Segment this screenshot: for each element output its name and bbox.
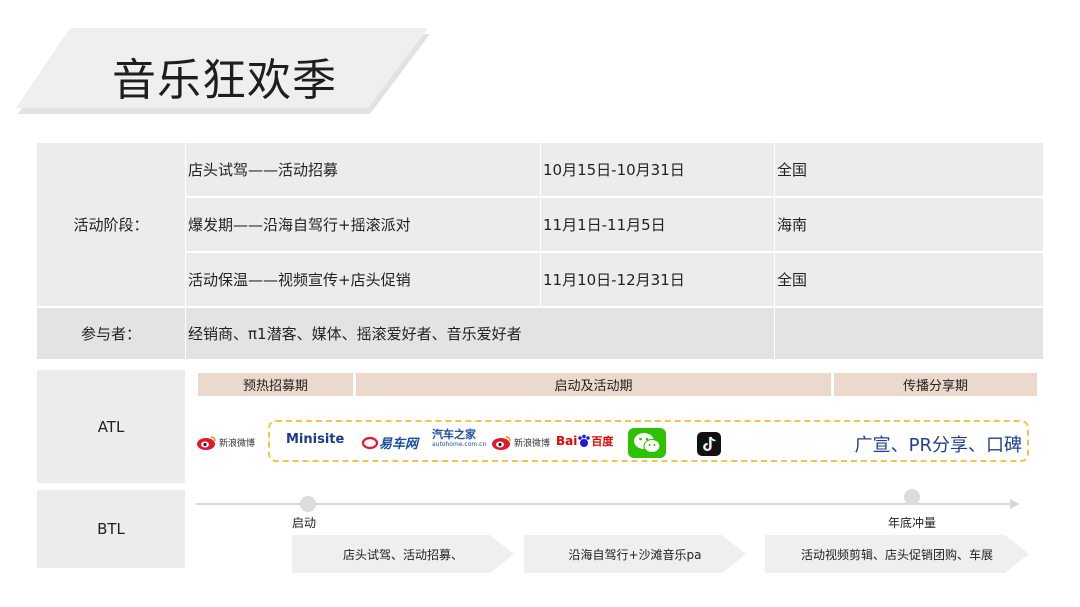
weibo-logo-1: 新浪微博 [196,434,255,450]
stage-2-date: 11月1日-11月5日 [541,198,774,251]
weibo-text-1: 新浪微博 [219,438,256,449]
timeline-end-label: 年底冲量 [888,516,937,530]
timeline-end-dot [904,489,920,505]
phase-warmup: 预热招募期 [198,373,353,396]
stage-1-region: 全国 [775,143,1043,196]
btl-label: BTL [37,490,185,568]
participants-label: 参与者： [37,308,185,359]
stages-label: 活动阶段： [37,143,185,306]
title-banner: 音乐狂欢季 [0,0,460,130]
stage-2-region: 海南 [775,198,1043,251]
participants-empty [775,308,1043,359]
timeline-arrow-icon [1010,499,1020,509]
btl-step-2: 沿海自驾行+沙滩音乐pa [524,535,746,573]
stage-1-date: 10月15日-10月31日 [541,143,774,196]
stage-3-name: 活动保温——视频宣传+店头促销 [186,253,540,306]
stage-3-date: 11月10日-12月31日 [541,253,774,306]
timeline-line [196,503,1016,505]
participants-value: 经销商、π1潜客、媒体、摇滚爱好者、音乐爱好者 [186,308,774,359]
page-title: 音乐狂欢季 [112,55,337,106]
stage-1-name: 店头试驾——活动招募 [186,143,540,196]
timeline-start-label: 启动 [292,516,317,530]
pr-share-text: 广宣、PR分享、口碑 [854,435,1022,456]
phase-launch: 启动及活动期 [356,373,831,396]
stage-3-region: 全国 [775,253,1043,306]
btl-step-1: 店头试驾、活动招募、 [292,535,514,573]
timeline-start-dot [300,496,316,512]
phase-share: 传播分享期 [834,373,1037,396]
stage-2-name: 爆发期——沿海自驾行+摇滚派对 [186,198,540,251]
btl-step-3: 活动视频剪辑、店头促销团购、车展 [765,535,1029,573]
weibo-icon [197,436,216,450]
atl-label: ATL [37,370,185,483]
